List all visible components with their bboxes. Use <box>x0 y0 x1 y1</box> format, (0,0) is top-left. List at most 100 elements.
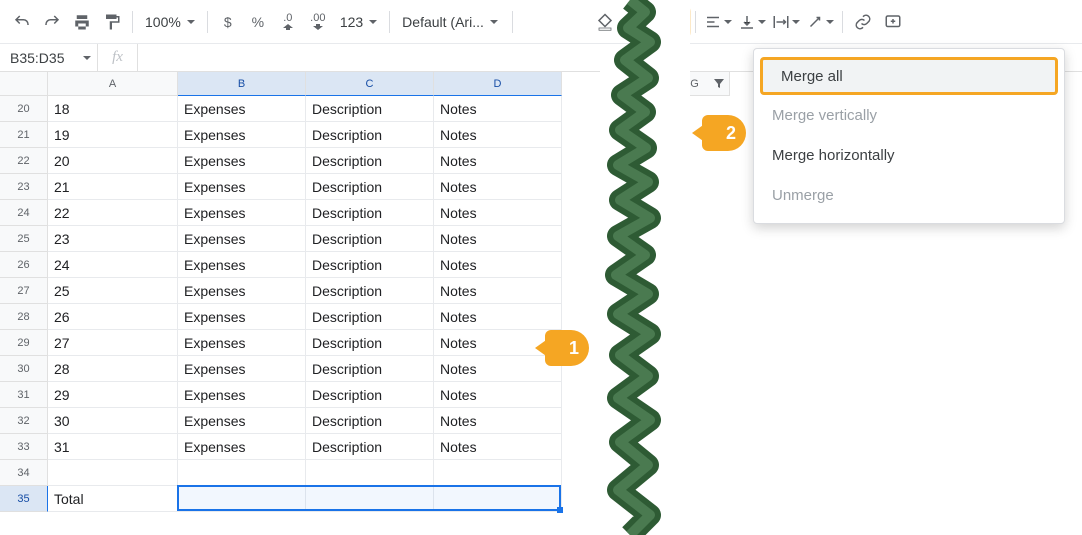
merge-cells-button[interactable] <box>651 8 689 36</box>
text-wrap-button[interactable] <box>770 8 802 36</box>
cell[interactable]: Description <box>306 226 434 252</box>
cell[interactable]: Description <box>306 356 434 382</box>
paint-format-button[interactable] <box>98 8 126 36</box>
font-select[interactable]: Default (Ari... <box>396 8 506 36</box>
cell[interactable]: 29 <box>48 382 178 408</box>
cell[interactable]: Total <box>48 486 178 512</box>
cell[interactable]: Notes <box>434 356 562 382</box>
cell[interactable]: Description <box>306 252 434 278</box>
merge-horizontally-item[interactable]: Merge horizontally <box>754 135 1064 175</box>
cell[interactable]: Description <box>306 96 434 122</box>
cell[interactable]: 27 <box>48 330 178 356</box>
cell[interactable]: Notes <box>434 252 562 278</box>
cell[interactable]: Expenses <box>178 252 306 278</box>
cell[interactable]: Description <box>306 278 434 304</box>
cell[interactable]: Description <box>306 434 434 460</box>
cell[interactable] <box>48 460 178 486</box>
cell[interactable]: Expenses <box>178 226 306 252</box>
column-header-B[interactable]: B <box>178 72 306 96</box>
print-button[interactable] <box>68 8 96 36</box>
row-header[interactable]: 21 <box>0 122 48 148</box>
row-header[interactable]: 20 <box>0 96 48 122</box>
cell[interactable]: Expenses <box>178 278 306 304</box>
horizontal-align-button[interactable] <box>702 8 734 36</box>
row-header[interactable]: 33 <box>0 434 48 460</box>
cell[interactable]: Expenses <box>178 174 306 200</box>
cell[interactable] <box>178 486 306 512</box>
row-header[interactable]: 22 <box>0 148 48 174</box>
more-formats-button[interactable]: 123 <box>334 8 383 36</box>
borders-button[interactable] <box>621 8 649 36</box>
zoom-select[interactable]: 100% <box>139 8 201 36</box>
percent-button[interactable]: % <box>244 8 272 36</box>
row-header[interactable]: 34 <box>0 460 48 486</box>
column-header-G[interactable]: G <box>660 72 730 96</box>
row-header[interactable]: 29 <box>0 330 48 356</box>
cell[interactable]: Notes <box>434 200 562 226</box>
vertical-align-button[interactable] <box>736 8 768 36</box>
cell[interactable]: 28 <box>48 356 178 382</box>
cell[interactable]: 24 <box>48 252 178 278</box>
cell[interactable]: Description <box>306 122 434 148</box>
cell[interactable]: Expenses <box>178 330 306 356</box>
cell[interactable]: 19 <box>48 122 178 148</box>
column-header-A[interactable]: A <box>48 72 178 96</box>
cell[interactable]: Notes <box>434 122 562 148</box>
cell[interactable]: Description <box>306 148 434 174</box>
cell[interactable]: 18 <box>48 96 178 122</box>
row-header[interactable]: 28 <box>0 304 48 330</box>
redo-button[interactable] <box>38 8 66 36</box>
cell[interactable]: Notes <box>434 434 562 460</box>
cell[interactable]: Expenses <box>178 200 306 226</box>
cell[interactable]: Description <box>306 408 434 434</box>
cell[interactable]: Expenses <box>178 408 306 434</box>
merge-all-item[interactable]: Merge all <box>760 57 1058 95</box>
cell[interactable]: Notes <box>434 278 562 304</box>
cell[interactable]: 20 <box>48 148 178 174</box>
cell[interactable]: Notes <box>434 408 562 434</box>
cell[interactable]: 30 <box>48 408 178 434</box>
cell[interactable]: Expenses <box>178 148 306 174</box>
cell[interactable]: Description <box>306 330 434 356</box>
cell[interactable]: 22 <box>48 200 178 226</box>
row-header[interactable]: 27 <box>0 278 48 304</box>
cell[interactable]: Expenses <box>178 382 306 408</box>
undo-button[interactable] <box>8 8 36 36</box>
increase-decimal-button[interactable]: .00 <box>304 8 332 36</box>
cell[interactable]: Description <box>306 382 434 408</box>
cell[interactable]: Expenses <box>178 122 306 148</box>
cell[interactable]: Notes <box>434 96 562 122</box>
currency-button[interactable]: $ <box>214 8 242 36</box>
cell[interactable]: Notes <box>434 226 562 252</box>
decrease-decimal-button[interactable]: .0 <box>274 8 302 36</box>
cell[interactable] <box>178 460 306 486</box>
column-header-C[interactable]: C <box>306 72 434 96</box>
row-header[interactable]: 35 <box>0 486 48 512</box>
cell[interactable]: Notes <box>434 174 562 200</box>
row-header[interactable]: 31 <box>0 382 48 408</box>
cell[interactable] <box>434 460 562 486</box>
cell[interactable]: Description <box>306 174 434 200</box>
column-header-D[interactable]: D <box>434 72 562 96</box>
cell[interactable] <box>306 486 434 512</box>
cell[interactable]: Notes <box>434 148 562 174</box>
cell[interactable]: 23 <box>48 226 178 252</box>
cell[interactable]: 21 <box>48 174 178 200</box>
cell[interactable]: Expenses <box>178 356 306 382</box>
text-rotation-button[interactable] <box>804 8 836 36</box>
fill-color-button[interactable] <box>591 8 619 36</box>
name-box[interactable]: B35:D35 <box>0 44 98 71</box>
cell[interactable]: Notes <box>434 304 562 330</box>
cell[interactable]: Expenses <box>178 304 306 330</box>
row-header[interactable]: 30 <box>0 356 48 382</box>
row-header[interactable]: 25 <box>0 226 48 252</box>
row-header[interactable]: 23 <box>0 174 48 200</box>
cell[interactable]: Expenses <box>178 434 306 460</box>
cell[interactable]: 25 <box>48 278 178 304</box>
select-all-corner[interactable] <box>0 72 48 96</box>
row-header[interactable]: 32 <box>0 408 48 434</box>
cell[interactable]: Expenses <box>178 96 306 122</box>
filter-icon[interactable] <box>713 78 725 90</box>
cell[interactable] <box>306 460 434 486</box>
row-header[interactable]: 26 <box>0 252 48 278</box>
